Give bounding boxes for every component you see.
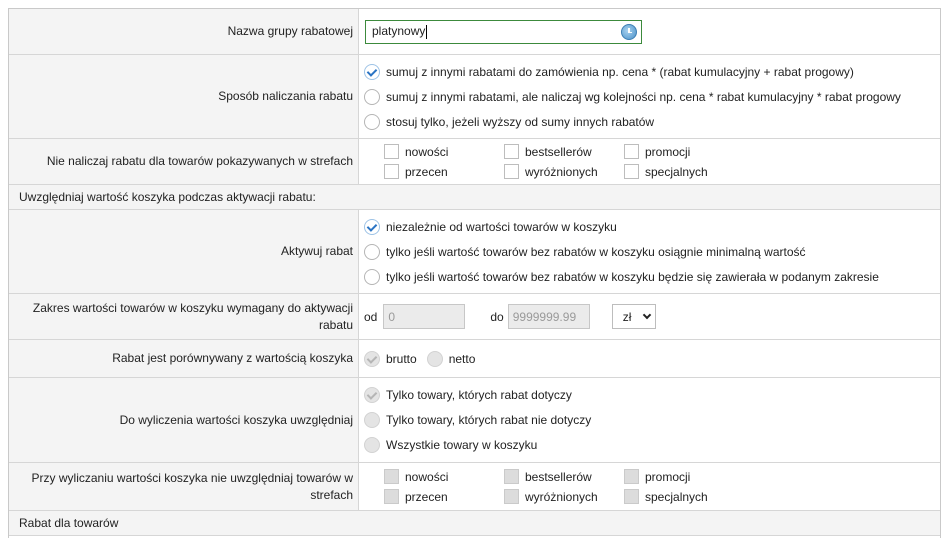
activate-option-1[interactable]: niezależnie od wartości towarów w koszyk… — [364, 214, 940, 239]
chevron-down-icon — [642, 310, 651, 319]
compare-row: Rabat jest porównywany z wartością koszy… — [9, 340, 940, 378]
range-label: Zakres wartości towarów w koszyku wymaga… — [9, 294, 359, 339]
exclude-zones-grid: nowości bestsellerów promocji przecen wy… — [364, 144, 940, 179]
radio-checked-icon[interactable] — [364, 387, 380, 403]
cart-exclude-grid: nowości bestsellerów promocji przecen wy… — [364, 469, 940, 504]
calc-method-row: Sposób naliczania rabatu sumuj z innymi … — [9, 55, 940, 139]
discount-name-row: Nazwa grupy rabatowej platynowy — [9, 9, 940, 55]
range-from-label: od — [364, 309, 378, 324]
compare-option-brutto[interactable]: brutto — [364, 346, 417, 371]
compare-option-netto[interactable]: netto — [426, 346, 475, 371]
radio-checked-icon[interactable] — [364, 350, 380, 367]
cart-zone-checkbox-nowosci[interactable]: nowości — [384, 469, 504, 484]
section-cart-title: Uwzględniaj wartość koszyka podczas akty… — [9, 185, 940, 210]
checkbox-icon[interactable] — [384, 469, 399, 484]
radio-icon[interactable] — [364, 437, 380, 453]
radio-checked-icon[interactable] — [364, 63, 380, 80]
compare-label: Rabat jest porównywany z wartością koszy… — [9, 340, 359, 377]
include-option-1[interactable]: Tylko towary, których rabat dotyczy — [364, 383, 940, 408]
checkbox-icon[interactable] — [504, 144, 519, 159]
checkbox-icon[interactable] — [504, 164, 519, 179]
activate-option-2[interactable]: tylko jeśli wartość towarów bez rabatów … — [364, 239, 940, 264]
calc-method-option-3[interactable]: stosuj tylko, jeżeli wyższy od sumy inny… — [364, 109, 940, 134]
currency-select[interactable]: zł — [611, 304, 656, 329]
radio-icon[interactable] — [364, 412, 380, 428]
checkbox-icon[interactable] — [624, 489, 639, 504]
clock-icon[interactable] — [621, 23, 637, 40]
checkbox-icon[interactable] — [624, 469, 639, 484]
radio-icon[interactable] — [364, 243, 380, 260]
section-products-title: Rabat dla towarów — [9, 511, 940, 536]
exclude-zones-row: Nie naliczaj rabatu dla towarów pokazywa… — [9, 139, 940, 185]
cart-zone-checkbox-specjalnych[interactable]: specjalnych — [624, 489, 744, 504]
checkbox-icon[interactable] — [624, 144, 639, 159]
zone-checkbox-wyroznionych[interactable]: wyróżnionych — [504, 164, 624, 179]
radio-icon[interactable] — [364, 113, 380, 130]
calc-method-option-1[interactable]: sumuj z innymi rabatami do zamówienia np… — [364, 59, 940, 84]
radio-checked-icon[interactable] — [364, 218, 380, 235]
range-to-input[interactable]: 9999999.99 — [507, 304, 590, 329]
include-option-3[interactable]: Wszystkie towary w koszyku — [364, 433, 940, 458]
checkbox-icon[interactable] — [384, 164, 399, 179]
cart-zone-checkbox-przecen[interactable]: przecen — [384, 489, 504, 504]
range-from-input[interactable]: 0 — [383, 304, 466, 329]
discount-name-label: Nazwa grupy rabatowej — [9, 9, 359, 54]
activate-row: Aktywuj rabat niezależnie od wartości to… — [9, 210, 940, 294]
zone-checkbox-specjalnych[interactable]: specjalnych — [624, 164, 744, 179]
checkbox-icon[interactable] — [504, 469, 519, 484]
activate-option-3[interactable]: tylko jeśli wartość towarów bez rabatów … — [364, 264, 940, 289]
checkbox-icon[interactable] — [624, 164, 639, 179]
cart-exclude-row: Przy wyliczaniu wartości koszyka nie uwz… — [9, 463, 940, 511]
checkbox-icon[interactable] — [384, 489, 399, 504]
currency-value: zł — [622, 309, 632, 324]
calc-method-label: Sposób naliczania rabatu — [9, 55, 359, 138]
discount-name-input[interactable]: platynowy — [365, 19, 642, 44]
cart-zone-checkbox-wyroznionych[interactable]: wyróżnionych — [504, 489, 624, 504]
discount-form: Nazwa grupy rabatowej platynowy Sposób n… — [8, 8, 941, 538]
checkbox-icon[interactable] — [384, 144, 399, 159]
range-row: Zakres wartości towarów w koszyku wymaga… — [9, 294, 940, 340]
radio-icon[interactable] — [426, 350, 443, 367]
cart-zone-checkbox-bestsellerow[interactable]: bestsellerów — [504, 469, 624, 484]
zone-checkbox-nowosci[interactable]: nowości — [384, 144, 504, 159]
checkbox-icon[interactable] — [504, 489, 519, 504]
include-option-2[interactable]: Tylko towary, których rabat nie dotyczy — [364, 408, 940, 433]
zone-checkbox-przecen[interactable]: przecen — [384, 164, 504, 179]
activate-label: Aktywuj rabat — [9, 210, 359, 293]
include-row: Do wyliczenia wartości koszyka uwzględni… — [9, 378, 940, 463]
cart-exclude-label: Przy wyliczaniu wartości koszyka nie uwz… — [9, 463, 359, 510]
include-label: Do wyliczenia wartości koszyka uwzględni… — [9, 378, 359, 462]
calc-method-option-2[interactable]: sumuj z innymi rabatami, ale naliczaj wg… — [364, 84, 940, 109]
zone-checkbox-promocji[interactable]: promocji — [624, 144, 744, 159]
radio-icon[interactable] — [364, 88, 380, 105]
cart-zone-checkbox-promocji[interactable]: promocji — [624, 469, 744, 484]
range-to-label: do — [490, 309, 504, 324]
zone-checkbox-bestsellerow[interactable]: bestsellerów — [504, 144, 624, 159]
exclude-zones-label: Nie naliczaj rabatu dla towarów pokazywa… — [9, 139, 359, 184]
discount-name-value: platynowy — [372, 24, 426, 39]
radio-icon[interactable] — [364, 268, 380, 285]
